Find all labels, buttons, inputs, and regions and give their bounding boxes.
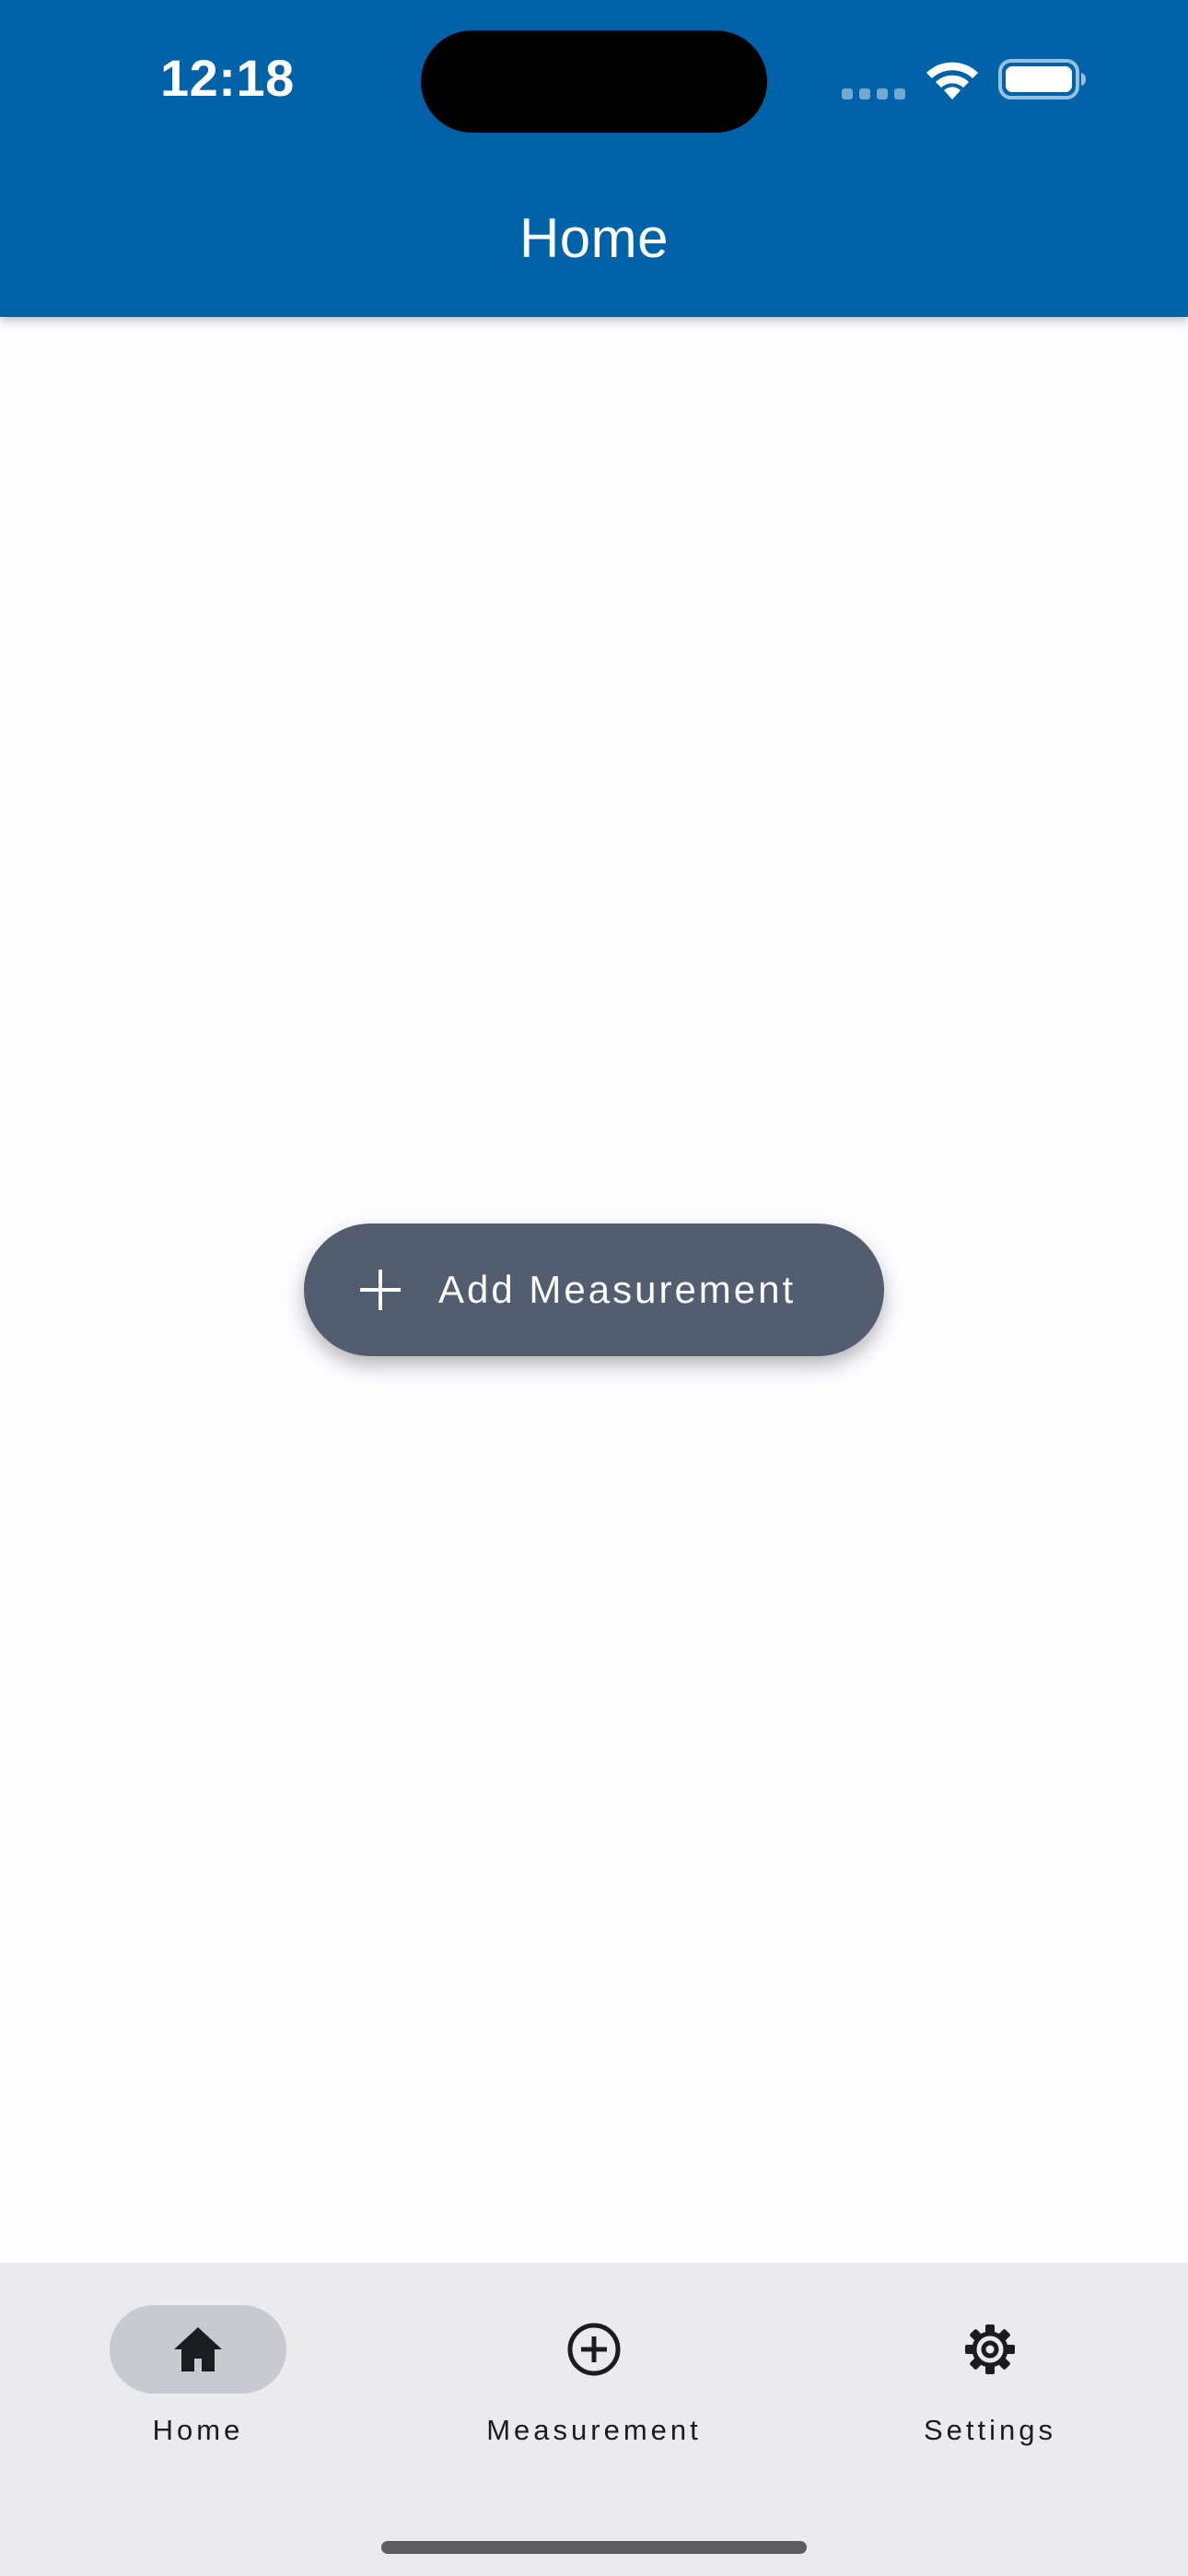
main-content: Add Measurement [0,317,1188,2263]
nav-item-label: Home [152,2414,244,2446]
add-measurement-button[interactable]: Add Measurement [304,1224,884,1356]
nav-item-settings-icon-wrap [902,2305,1078,2394]
app-screen: 12:18 Home Add Measurement Home Measurem… [0,0,1188,2576]
status-time: 12:18 [160,49,295,107]
page-title: Home [518,207,670,269]
gear-icon [965,2324,1015,2374]
cellular-signal-icon [842,88,906,101]
home-indicator[interactable] [381,2541,807,2554]
add-circle-icon [567,2323,621,2376]
nav-item-measurement-icon-wrap [506,2305,682,2394]
nav-item-settings[interactable]: Settings [852,2305,1128,2453]
nav-item-home-indicator [110,2305,286,2394]
nav-item-label: Settings [923,2414,1056,2446]
bottom-navigation-bar: Home Measurement Settings [0,2263,1188,2576]
add-measurement-label: Add Measurement [438,1268,797,1311]
battery-icon [998,59,1086,100]
dynamic-island [421,30,767,133]
app-header: 12:18 Home [0,0,1188,317]
plus-icon [360,1270,401,1310]
wifi-icon [926,62,978,100]
nav-item-label: Measurement [486,2414,702,2446]
home-icon [174,2327,222,2371]
nav-item-home[interactable]: Home [60,2305,336,2453]
nav-item-measurement[interactable]: Measurement [456,2305,732,2453]
